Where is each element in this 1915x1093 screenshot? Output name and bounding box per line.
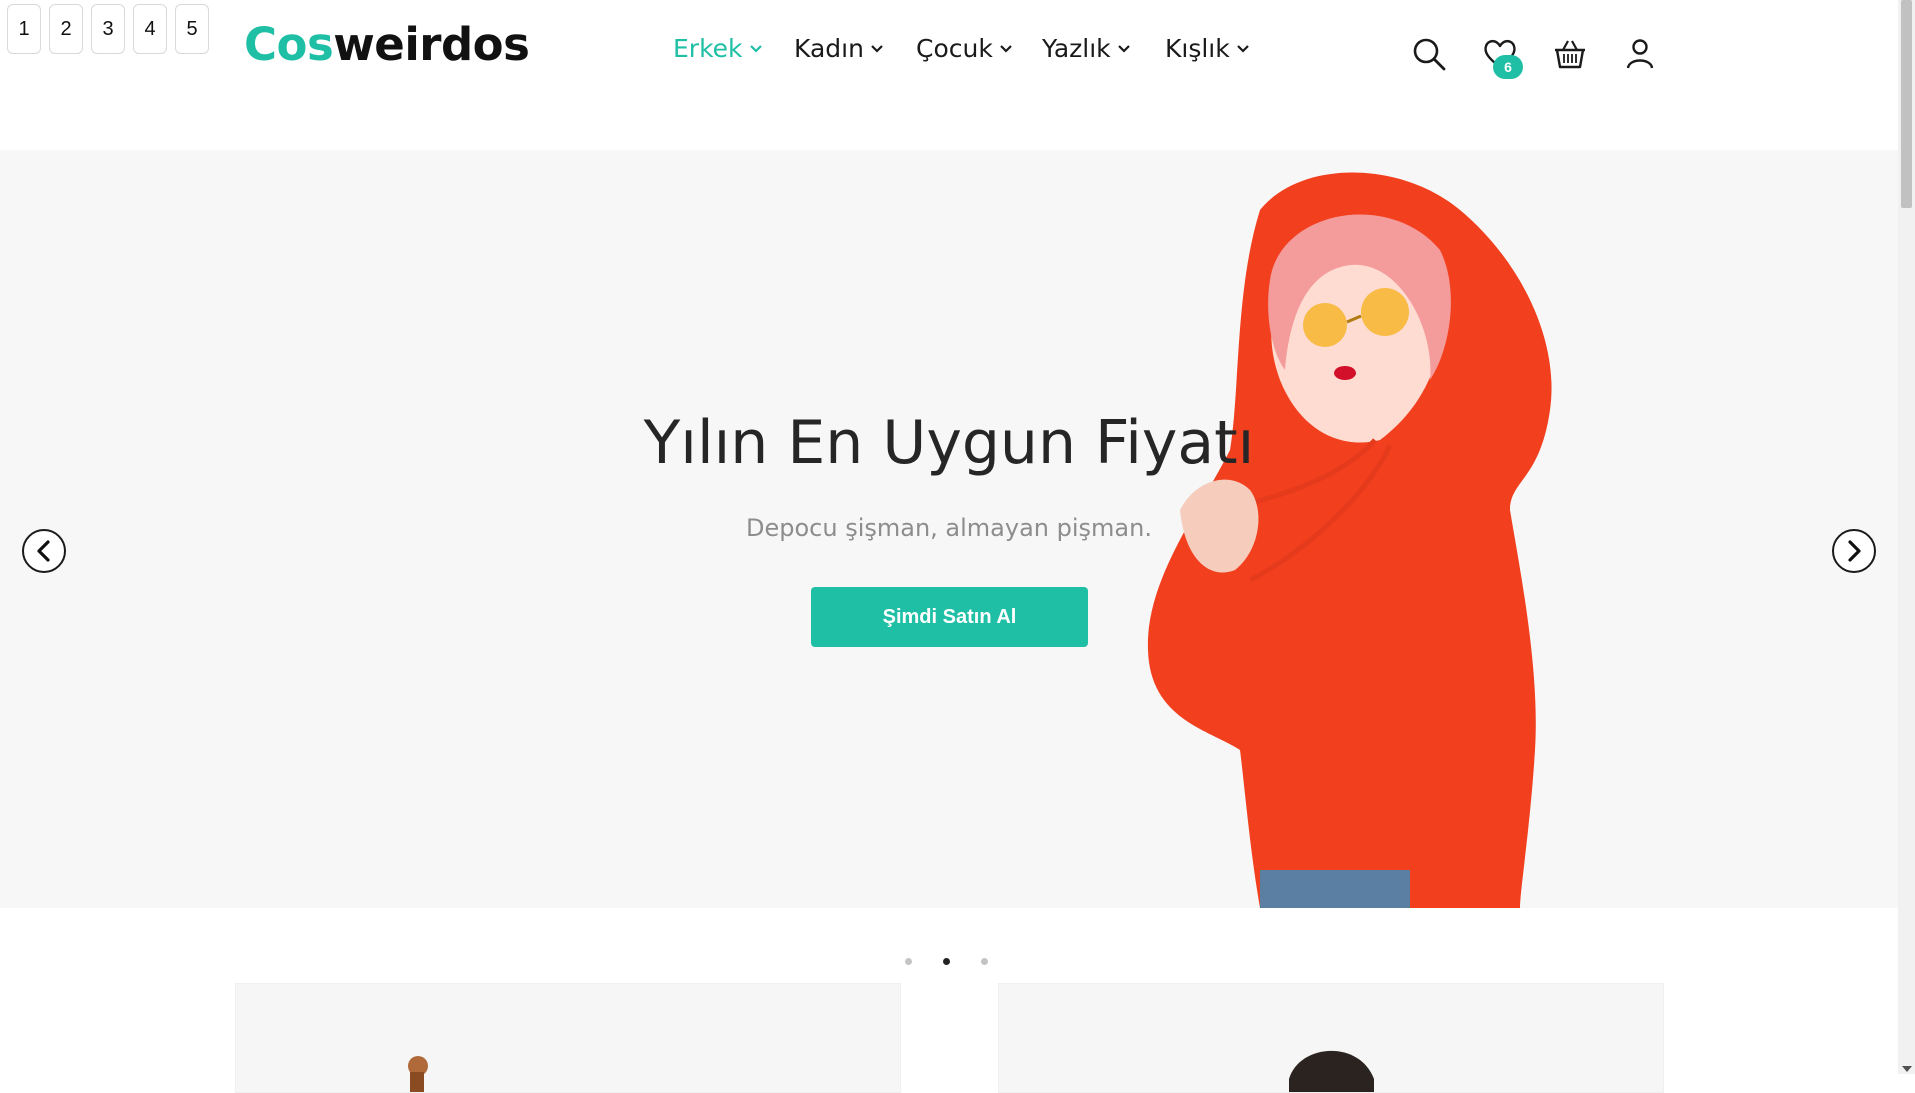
product-card-2[interactable] bbox=[998, 983, 1664, 1093]
scroll-down-arrow-icon[interactable] bbox=[1902, 1066, 1912, 1072]
nav-label: Kışlık bbox=[1165, 34, 1230, 63]
chevron-down-icon bbox=[1236, 44, 1249, 53]
product-image-2 bbox=[1289, 1050, 1374, 1092]
carousel-next-button[interactable] bbox=[1832, 529, 1876, 573]
hero-title: Yılın En Uygun Fiyatı bbox=[643, 408, 1255, 478]
basket-icon[interactable] bbox=[1552, 36, 1588, 72]
chevron-left-icon bbox=[37, 540, 50, 562]
page-scrollbar[interactable] bbox=[1898, 0, 1915, 1074]
user-icon[interactable] bbox=[1622, 36, 1658, 72]
nav-label: Yazlık bbox=[1042, 34, 1111, 63]
hero-subtitle: Depocu şişman, almayan pişman. bbox=[746, 514, 1152, 542]
product-card-1[interactable] bbox=[235, 983, 901, 1093]
carousel-dot-1[interactable] bbox=[905, 958, 912, 965]
carousel-prev-button[interactable] bbox=[22, 529, 66, 573]
chevron-down-icon bbox=[1000, 44, 1012, 53]
nav-item-erkek[interactable]: Erkek bbox=[673, 34, 763, 63]
nav-label: Çocuk bbox=[916, 34, 993, 63]
chevron-down-icon bbox=[749, 44, 762, 53]
search-icon[interactable] bbox=[1411, 36, 1447, 72]
nav-label: Erkek bbox=[673, 34, 743, 63]
scrollbar-thumb[interactable] bbox=[1901, 0, 1912, 208]
carousel-dot-2[interactable] bbox=[943, 958, 950, 965]
chevron-down-icon bbox=[871, 44, 883, 53]
nav-item-cocuk[interactable]: Çocuk bbox=[916, 34, 1013, 63]
chevron-right-icon bbox=[1848, 540, 1861, 562]
hero-banner: Yılın En Uygun Fiyatı Depocu şişman, alm… bbox=[0, 150, 1898, 908]
buy-now-button[interactable]: Şimdi Satın Al bbox=[811, 587, 1088, 647]
nav-item-kadin[interactable]: Kadın bbox=[794, 34, 884, 63]
chevron-down-icon bbox=[1117, 44, 1130, 53]
carousel-dot-3[interactable] bbox=[981, 958, 988, 965]
nav-item-yazlik[interactable]: Yazlık bbox=[1042, 34, 1131, 63]
nav-item-kislik[interactable]: Kışlık bbox=[1165, 34, 1250, 63]
carousel-dots bbox=[905, 958, 988, 965]
nav-label: Kadın bbox=[794, 34, 864, 63]
wishlist-count-badge: 6 bbox=[1493, 55, 1523, 79]
product-image-1 bbox=[408, 1056, 428, 1092]
